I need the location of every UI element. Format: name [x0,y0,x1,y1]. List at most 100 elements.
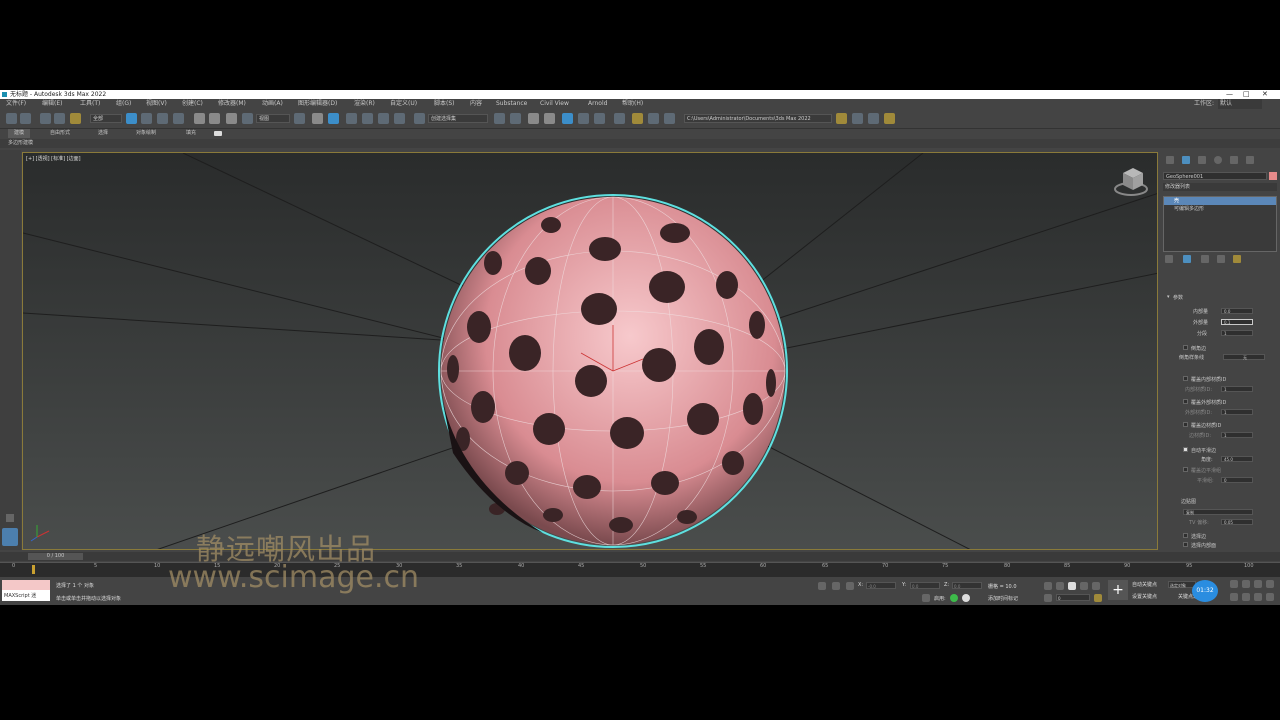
tab-object-paint[interactable]: 对象绘制 [136,129,156,138]
open-icon[interactable] [852,113,863,124]
snaps-toggle-icon[interactable] [346,113,357,124]
selection-filter-dropdown[interactable]: 全部 [90,114,122,123]
pin-stack-icon[interactable] [1165,255,1173,263]
rectangular-region-icon[interactable] [157,113,168,124]
mirror-icon[interactable] [494,113,505,124]
motion-tab-icon[interactable] [1214,156,1222,164]
absolute-mode-icon[interactable] [846,582,854,590]
parameters-title[interactable]: 参数 [1173,294,1183,301]
render-setup-icon[interactable] [614,113,625,124]
rotate-icon[interactable] [209,113,220,124]
z-coordinate-field[interactable]: 0.0 [952,582,982,589]
create-tab-icon[interactable] [1166,156,1174,164]
maxscript-listener[interactable]: MAXScript 迷 [2,580,50,601]
curve-editor-icon[interactable] [562,113,573,124]
menu-edit[interactable]: 编辑(E) [42,99,62,109]
outer-amount-spinner[interactable]: 0.1 [1221,319,1253,325]
set-key-icon[interactable]: + [1108,580,1128,600]
time-slider[interactable]: 0 / 100 [28,553,83,560]
modifier-list-dropdown[interactable]: 修改器列表 [1163,183,1277,191]
polygon-modeling-label[interactable]: 多边形建模 [8,139,33,148]
material-editor-icon[interactable] [594,113,605,124]
edge-mat-spinner[interactable]: 1 [1221,432,1253,438]
angle-spinner[interactable]: 45.0 [1221,456,1253,462]
spinner-snap-icon[interactable] [394,113,405,124]
adaptive-degradation-icon[interactable] [922,594,930,602]
bevel-edges-checkbox[interactable] [1183,345,1188,350]
maximize-viewport-icon[interactable] [1266,593,1274,601]
menu-group[interactable]: 组(G) [116,99,131,109]
display-tab-icon[interactable] [1230,156,1238,164]
play-icon[interactable] [1068,582,1076,590]
zoom-extents-icon[interactable] [1254,580,1262,588]
workspace-dropdown[interactable]: 默认 [1218,99,1262,109]
override-edge-mat-checkbox[interactable] [1183,422,1188,427]
zoom-icon[interactable] [1230,580,1238,588]
go-to-end-icon[interactable] [1092,582,1100,590]
select-manipulate-icon[interactable] [312,113,323,124]
redo-icon[interactable] [20,113,31,124]
pan-icon[interactable] [1242,593,1250,601]
viewcube-icon[interactable] [1114,168,1148,196]
tab-populate[interactable]: 填充 [186,129,196,138]
render-activeshade-icon[interactable] [664,113,675,124]
outer-mat-spinner[interactable]: 1 [1221,409,1253,415]
set-key-button[interactable]: 设置关键点 [1132,593,1157,600]
time-tag-icon[interactable] [962,594,970,602]
percent-snap-icon[interactable] [378,113,389,124]
lock-selection-icon[interactable] [832,582,840,590]
auto-key-button[interactable]: 自动关键点 [1132,581,1157,588]
asset-tracking-icon[interactable] [884,113,895,124]
zoom-extents-all-icon[interactable] [1266,580,1274,588]
layer-explorer-icon[interactable] [528,113,539,124]
rendered-frame-icon[interactable] [632,113,643,124]
tab-selection[interactable]: 选择 [98,129,108,138]
menu-help[interactable]: 帮助(H) [622,99,643,109]
add-time-tag[interactable]: 添加时间标记 [988,595,1018,602]
modify-tab-icon[interactable] [1182,156,1190,164]
override-inner-mat-checkbox[interactable] [1183,376,1188,381]
align-icon[interactable] [510,113,521,124]
edge-map-dropdown[interactable]: 复制 [1183,509,1253,515]
project-folder-icon[interactable] [836,113,847,124]
current-frame-field[interactable]: 0 [1056,594,1090,601]
menu-civil-view[interactable]: Civil View [540,99,569,109]
menu-substance[interactable]: Substance [496,99,527,109]
orbit-icon[interactable] [1254,593,1262,601]
project-path-dropdown[interactable]: C:\Users\Administrator\Documents\3ds Max… [684,114,832,123]
menu-animation[interactable]: 动画(A) [262,99,283,109]
hierarchy-tab-icon[interactable] [1198,156,1206,164]
show-end-result-icon[interactable] [1183,255,1191,263]
smooth-group-spinner[interactable]: 0 [1221,477,1253,483]
enabled-indicator-icon[interactable] [950,594,958,602]
previous-frame-icon[interactable] [1056,582,1064,590]
maximize-icon[interactable]: □ [1243,90,1250,99]
go-to-start-icon[interactable] [1044,582,1052,590]
expand-icon[interactable] [6,514,14,522]
select-by-name-icon[interactable] [141,113,152,124]
scale-icon[interactable] [226,113,237,124]
menu-tools[interactable]: 工具(T) [80,99,100,109]
undo-icon[interactable] [6,113,17,124]
tv-offset-spinner[interactable]: 0.05 [1221,519,1253,525]
time-cursor[interactable] [32,565,35,574]
angle-snap-icon[interactable] [362,113,373,124]
zoom-all-icon[interactable] [1242,580,1250,588]
tab-freeform[interactable]: 自由形式 [50,129,70,138]
select-object-icon[interactable] [126,113,137,124]
save-icon[interactable] [868,113,879,124]
select-edges-checkbox[interactable] [1183,533,1188,538]
remove-modifier-icon[interactable] [1217,255,1225,263]
menu-scripting[interactable]: 脚本(S) [434,99,455,109]
menu-create[interactable]: 创建(C) [182,99,203,109]
menu-modifiers[interactable]: 修改器(M) [218,99,246,109]
close-icon[interactable]: ✕ [1262,90,1268,99]
render-production-icon[interactable] [648,113,659,124]
object-color-swatch[interactable] [1269,172,1277,180]
y-coordinate-field[interactable]: 0.0 [910,582,940,589]
move-icon[interactable] [194,113,205,124]
window-crossing-icon[interactable] [173,113,184,124]
menu-content[interactable]: 内容 [470,99,482,109]
key-mode-icon[interactable] [1044,594,1052,602]
place-icon[interactable] [242,113,253,124]
